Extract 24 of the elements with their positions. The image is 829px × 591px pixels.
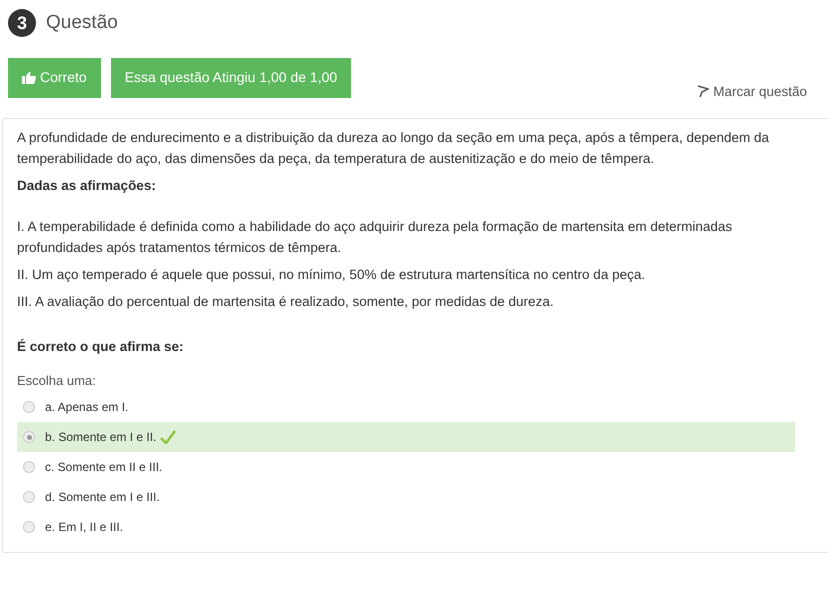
option-label[interactable]: b. Somente em I e II. xyxy=(45,428,156,446)
radio-button[interactable] xyxy=(23,431,35,444)
affirmation-text: III. A avaliação do percentual de martensita é realizado, somente, por medidas de dureza. xyxy=(17,292,555,311)
result-badge: Correto xyxy=(8,58,101,98)
question-prompt: É correto o que afirma se: xyxy=(17,338,185,356)
radio-button[interactable] xyxy=(23,461,35,474)
option-label[interactable]: e. Em I, II e III. xyxy=(45,518,124,536)
thumbs-up-icon xyxy=(22,71,36,84)
question-text: A profundidade de endurecimento e a distribuição da dureza ao longo da seção em uma peça, após a têmpera, dependem da temperabilidade do aço, das dimensões da peça, da temperatura de austenitização e do meio de têmpera. xyxy=(17,128,770,168)
radio-button[interactable] xyxy=(23,521,35,534)
option-label[interactable]: d. Somente em I e III. xyxy=(45,488,160,506)
flag-question-link[interactable]: Marcar questão xyxy=(696,82,807,102)
affirmation-text: II. Um aço temperado é aquele que possui, no mínimo, 50% de estrutura martensítica no centro da peça. xyxy=(17,266,646,284)
affirmation-text: I. A temperabilidade é definida como a habilidade do aço adquirir dureza pela formação de martensita em determinadas profundidades após tratamentos térmicos de têmpera. xyxy=(17,218,734,257)
option-label[interactable]: c. Somente em II e III. xyxy=(45,458,162,476)
option-label[interactable]: a. Apenas em I. xyxy=(45,398,128,416)
radio-button[interactable] xyxy=(23,401,35,414)
question-title: Questão xyxy=(46,11,118,35)
check-icon xyxy=(160,430,176,444)
grade-badge: Essa questão Atingiu 1,00 de 1,00 xyxy=(110,58,352,98)
choices-label: Escolha uma: xyxy=(17,372,97,390)
radio-button[interactable] xyxy=(23,491,35,504)
question-number: 3 xyxy=(8,9,36,38)
instruction-text: Dadas as afirmações: xyxy=(17,176,157,195)
